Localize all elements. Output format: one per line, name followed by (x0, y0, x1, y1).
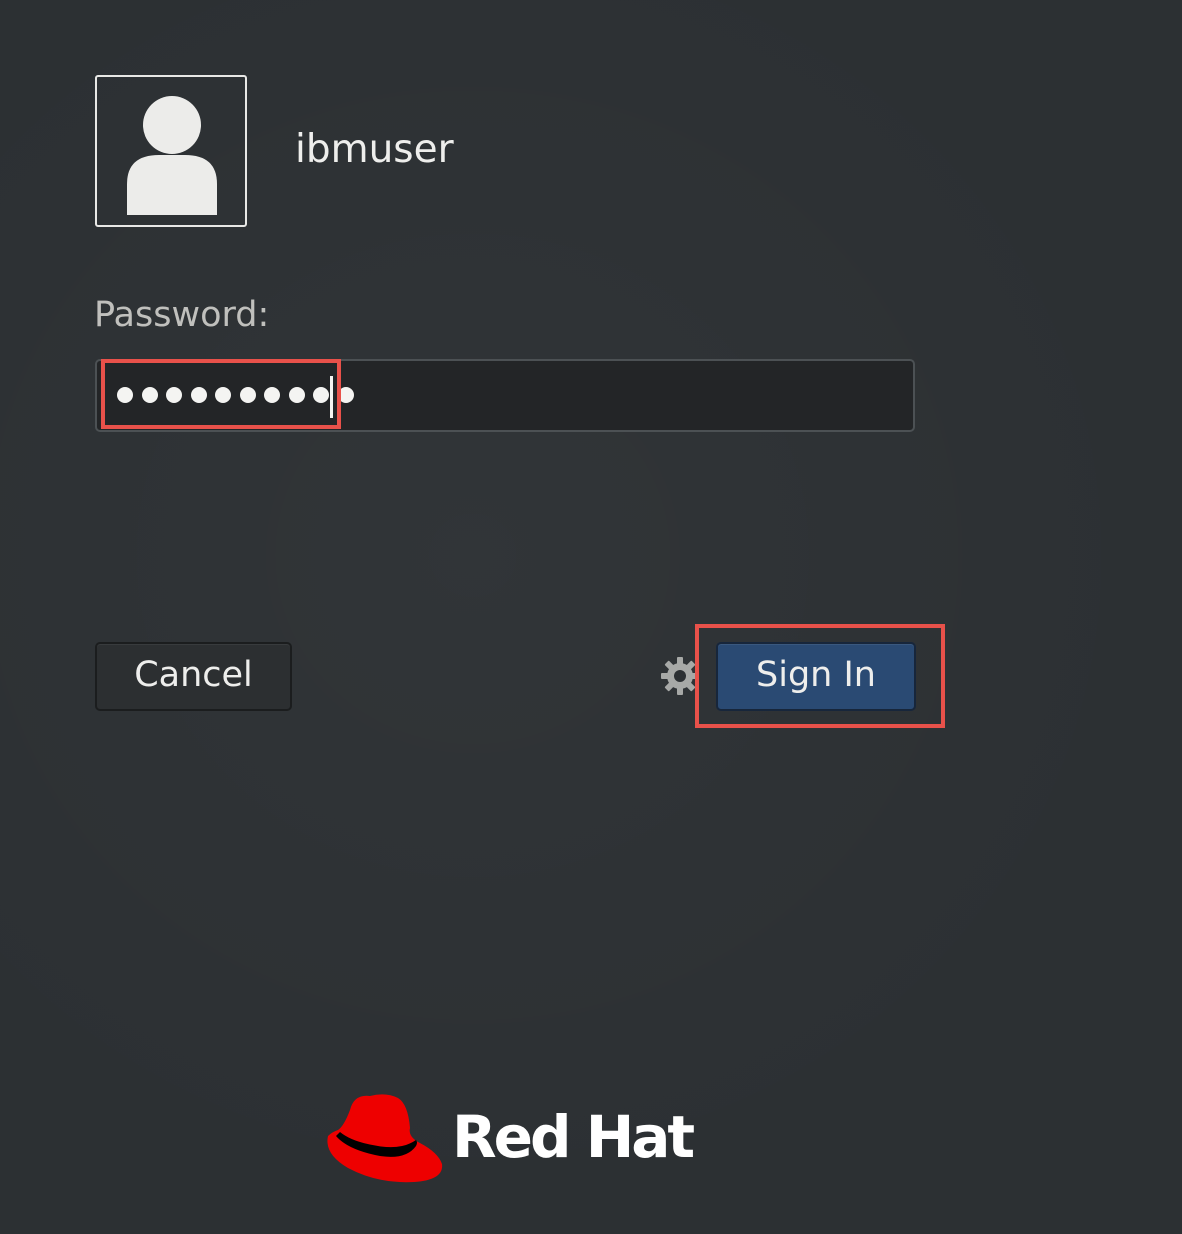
password-label: Password: (94, 295, 270, 335)
red-hat-logo (327, 1094, 443, 1183)
sign-in-highlight-box (695, 624, 945, 728)
user-avatar-icon (127, 96, 217, 215)
red-hat-logo-text: Red Hat (452, 1103, 695, 1171)
login-screen: ibmuser Password: Cancel Sign In Red Hat (0, 0, 1182, 1234)
cancel-button[interactable]: Cancel (95, 642, 292, 711)
username-label: ibmuser (295, 127, 454, 172)
user-avatar[interactable] (95, 75, 247, 227)
password-highlight-box (101, 359, 341, 429)
gear-icon[interactable] (660, 656, 700, 696)
